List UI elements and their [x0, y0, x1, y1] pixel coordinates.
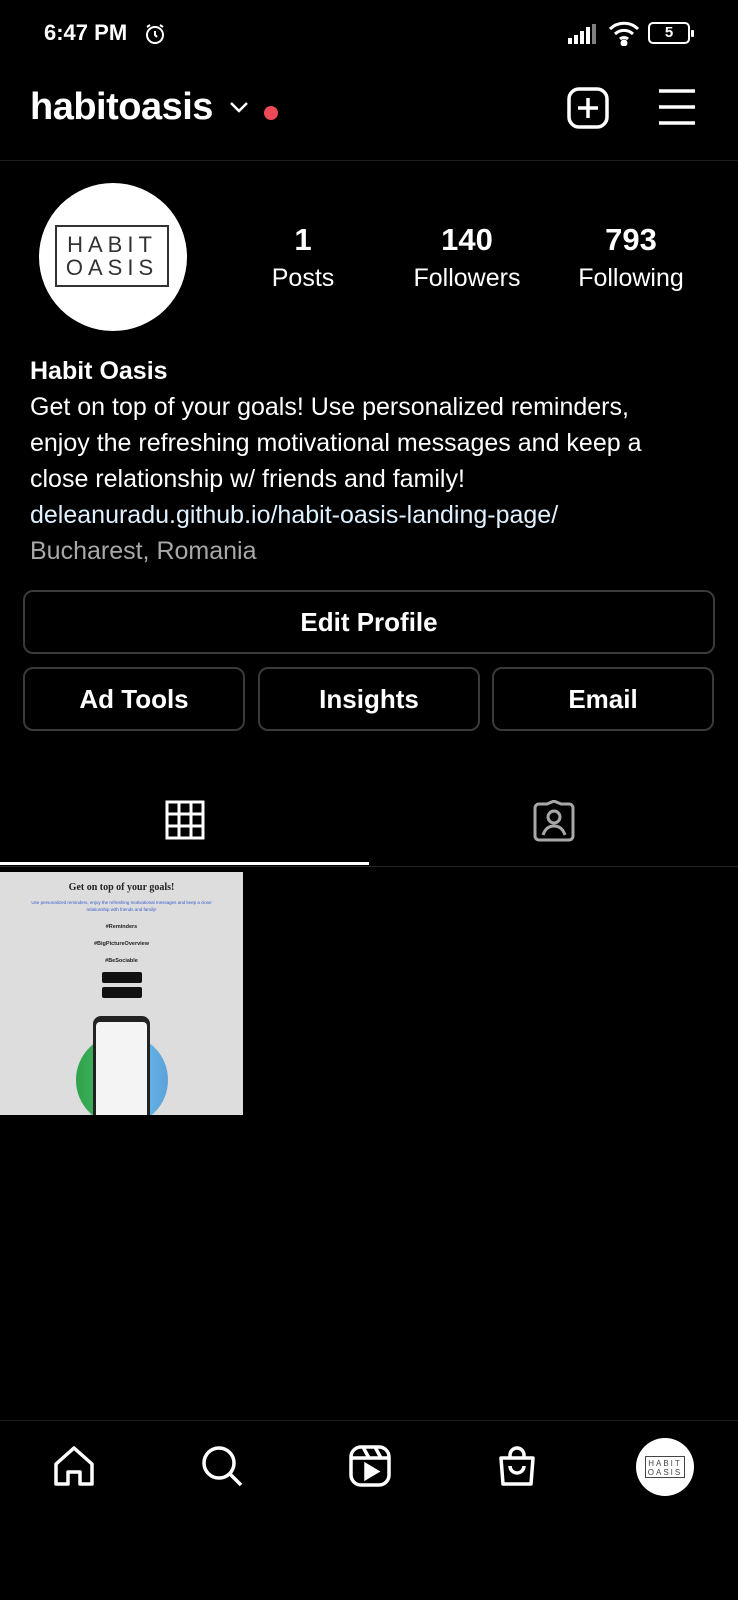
profile-avatar[interactable]: HABIT OASIS — [636, 1438, 694, 1496]
cellular-signal-icon — [568, 24, 596, 44]
post-tag: #BigPictureOverview — [93, 941, 150, 947]
post-tag: #Reminders — [105, 924, 138, 930]
chevron-down-icon[interactable] — [228, 100, 250, 114]
bio-line: close relationship w/ friends and family… — [30, 465, 465, 493]
status-bar: 6:47 PM 5 — [0, 0, 738, 70]
phone-screen — [96, 1022, 147, 1115]
stat-followers[interactable]: 140 Followers — [392, 222, 542, 293]
stat-following[interactable]: 793 Following — [556, 222, 706, 293]
wifi-icon — [608, 21, 640, 46]
header-divider — [0, 160, 738, 161]
edit-profile-button[interactable]: Edit Profile — [23, 590, 715, 654]
shop-icon[interactable] — [495, 1444, 539, 1488]
avatar-logo: HABIT OASIS — [55, 225, 169, 287]
profile-avatar[interactable]: HABIT OASIS — [39, 183, 187, 331]
post-thumbnail[interactable]: Get on top of your goals! Use personaliz… — [0, 872, 243, 1115]
search-icon[interactable] — [200, 1444, 244, 1488]
ad-tools-button[interactable]: Ad Tools — [23, 667, 245, 731]
post-subtitle: Use personalized reminders, enjoy the re… — [31, 900, 212, 912]
alarm-icon — [146, 24, 164, 44]
bio-line: enjoy the refreshing motivational messag… — [30, 429, 642, 457]
plus-square-icon[interactable] — [566, 86, 610, 130]
website-link[interactable]: deleanuradu.github.io/habit-oasis-landin… — [30, 497, 720, 533]
post-title: Get on top of your goals! — [68, 882, 175, 893]
battery-icon: 5 — [648, 22, 694, 44]
avatar-logo: HABIT OASIS — [645, 1456, 685, 1478]
profile-bio: Habit Oasis Get on top of your goals! Us… — [30, 353, 720, 569]
grid-icon[interactable] — [165, 800, 205, 840]
active-tab-indicator — [0, 862, 369, 865]
tagged-person-icon[interactable] — [532, 800, 576, 842]
insights-button[interactable]: Insights — [258, 667, 480, 731]
tab-divider — [0, 866, 738, 867]
status-time: 6:47 PM — [44, 20, 128, 45]
following-count: 793 — [605, 222, 657, 257]
location: Bucharest, Romania — [30, 537, 257, 565]
posts-count: 1 — [294, 222, 312, 257]
phone-mockup — [93, 1016, 150, 1115]
email-button[interactable]: Email — [492, 667, 714, 731]
following-label: Following — [578, 264, 684, 292]
google-play-badge — [101, 972, 142, 983]
reels-icon[interactable] — [348, 1444, 392, 1488]
home-icon[interactable] — [52, 1444, 96, 1488]
username[interactable]: habitoasis — [30, 86, 213, 129]
stat-posts[interactable]: 1 Posts — [228, 222, 378, 293]
bio-line: Get on top of your goals! Use personaliz… — [30, 393, 629, 421]
notification-dot — [264, 106, 278, 120]
post-tag: #BeSociable — [105, 958, 138, 964]
posts-label: Posts — [271, 264, 335, 292]
app-store-badge — [101, 987, 142, 998]
display-name: Habit Oasis — [30, 357, 168, 385]
followers-count: 140 — [441, 222, 493, 257]
followers-label: Followers — [413, 264, 521, 292]
hamburger-menu-icon[interactable] — [657, 88, 697, 126]
nav-divider — [0, 1420, 738, 1421]
